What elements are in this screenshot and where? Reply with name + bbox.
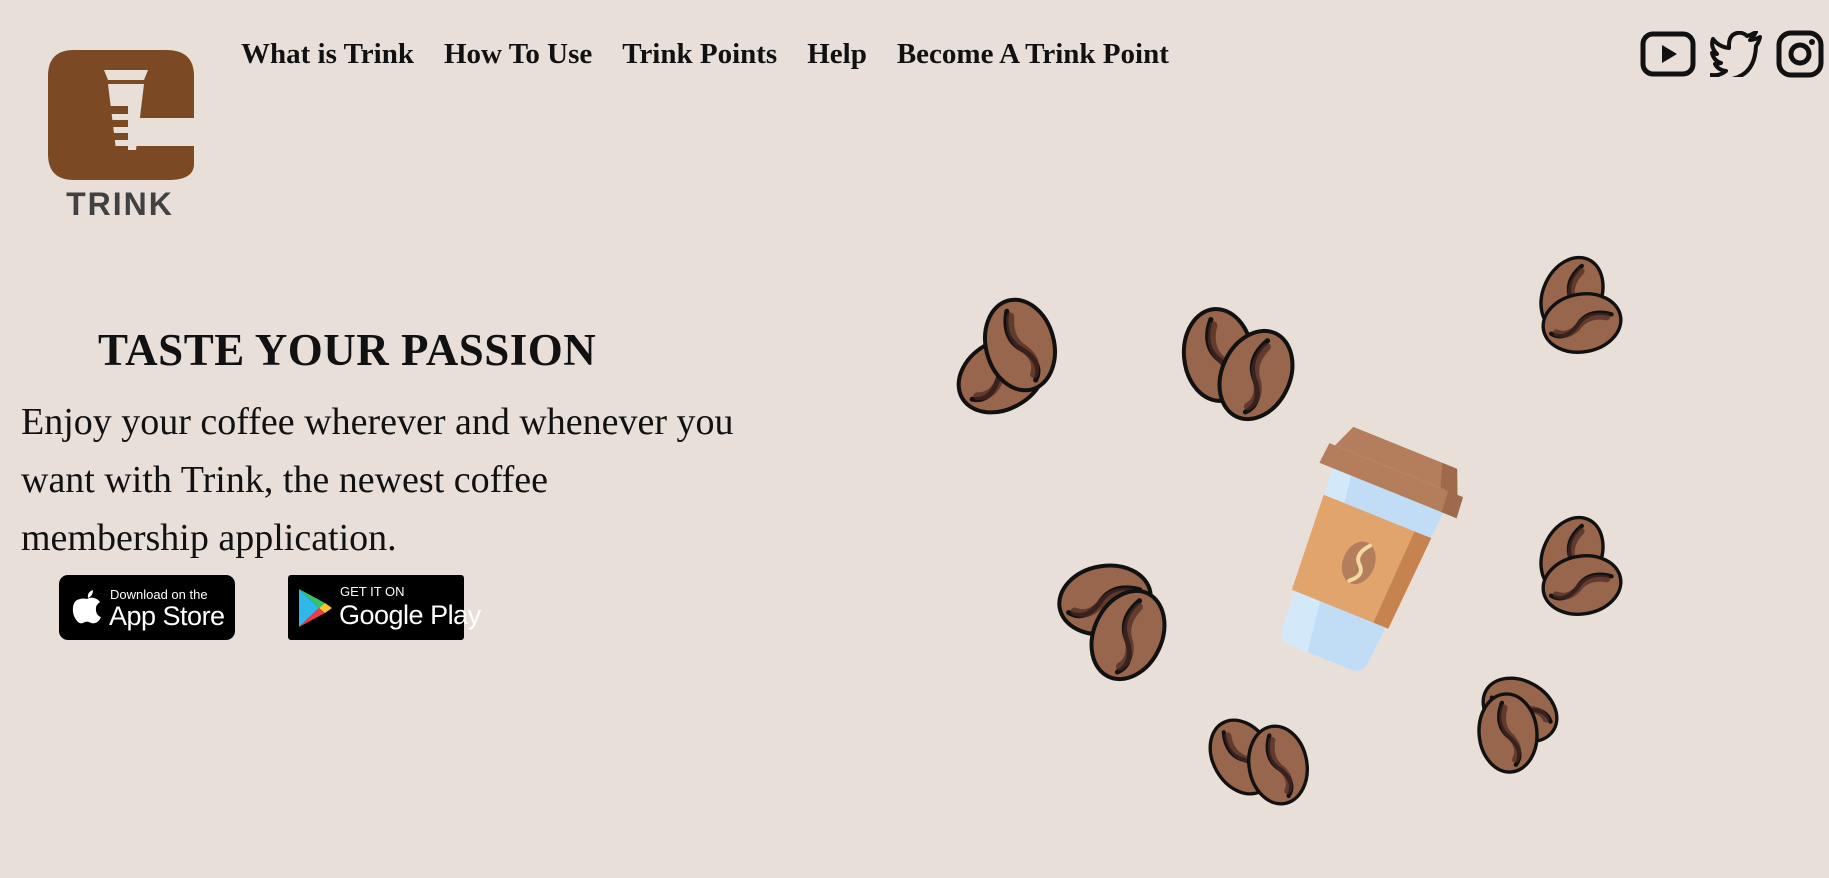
- instagram-icon: [1776, 30, 1824, 78]
- trink-logo[interactable]: TRINK: [44, 46, 196, 222]
- google-play-icon: [299, 589, 332, 627]
- instagram-link[interactable]: [1776, 30, 1824, 83]
- app-store-button[interactable]: Download on the App Store: [59, 575, 235, 640]
- app-store-small-label: Download on the: [110, 587, 208, 602]
- youtube-link[interactable]: [1640, 31, 1696, 82]
- hero-title: TASTE YOUR PASSION: [98, 325, 597, 375]
- nav-item-help[interactable]: Help: [807, 34, 867, 74]
- google-play-small-label: GET IT ON: [340, 584, 405, 599]
- logo-text: TRINK: [66, 186, 174, 222]
- twitter-link[interactable]: [1709, 30, 1762, 82]
- coffee-cup-icon: [1281, 426, 1463, 671]
- hero-description: Enjoy your coffee wherever and whenever …: [21, 401, 734, 559]
- google-play-button[interactable]: GET IT ON Google Play: [288, 575, 481, 640]
- nav-item-how-to-use[interactable]: How To Use: [444, 34, 592, 74]
- google-play-big-label: Google Play: [339, 600, 481, 630]
- youtube-icon: [1640, 31, 1696, 77]
- cup-logo-icon: [48, 50, 194, 180]
- social-links: [1640, 30, 1829, 83]
- main-nav: What is Trink How To Use Trink Points He…: [241, 34, 1199, 74]
- apple-icon: [72, 590, 101, 624]
- nav-item-become-a-trink-point[interactable]: Become A Trink Point: [897, 34, 1169, 74]
- app-store-big-label: App Store: [109, 601, 225, 631]
- twitter-icon: [1709, 30, 1762, 82]
- coffee-illustration: [940, 255, 1640, 815]
- nav-item-what-is-trink[interactable]: What is Trink: [241, 34, 414, 74]
- nav-item-trink-points[interactable]: Trink Points: [622, 34, 777, 74]
